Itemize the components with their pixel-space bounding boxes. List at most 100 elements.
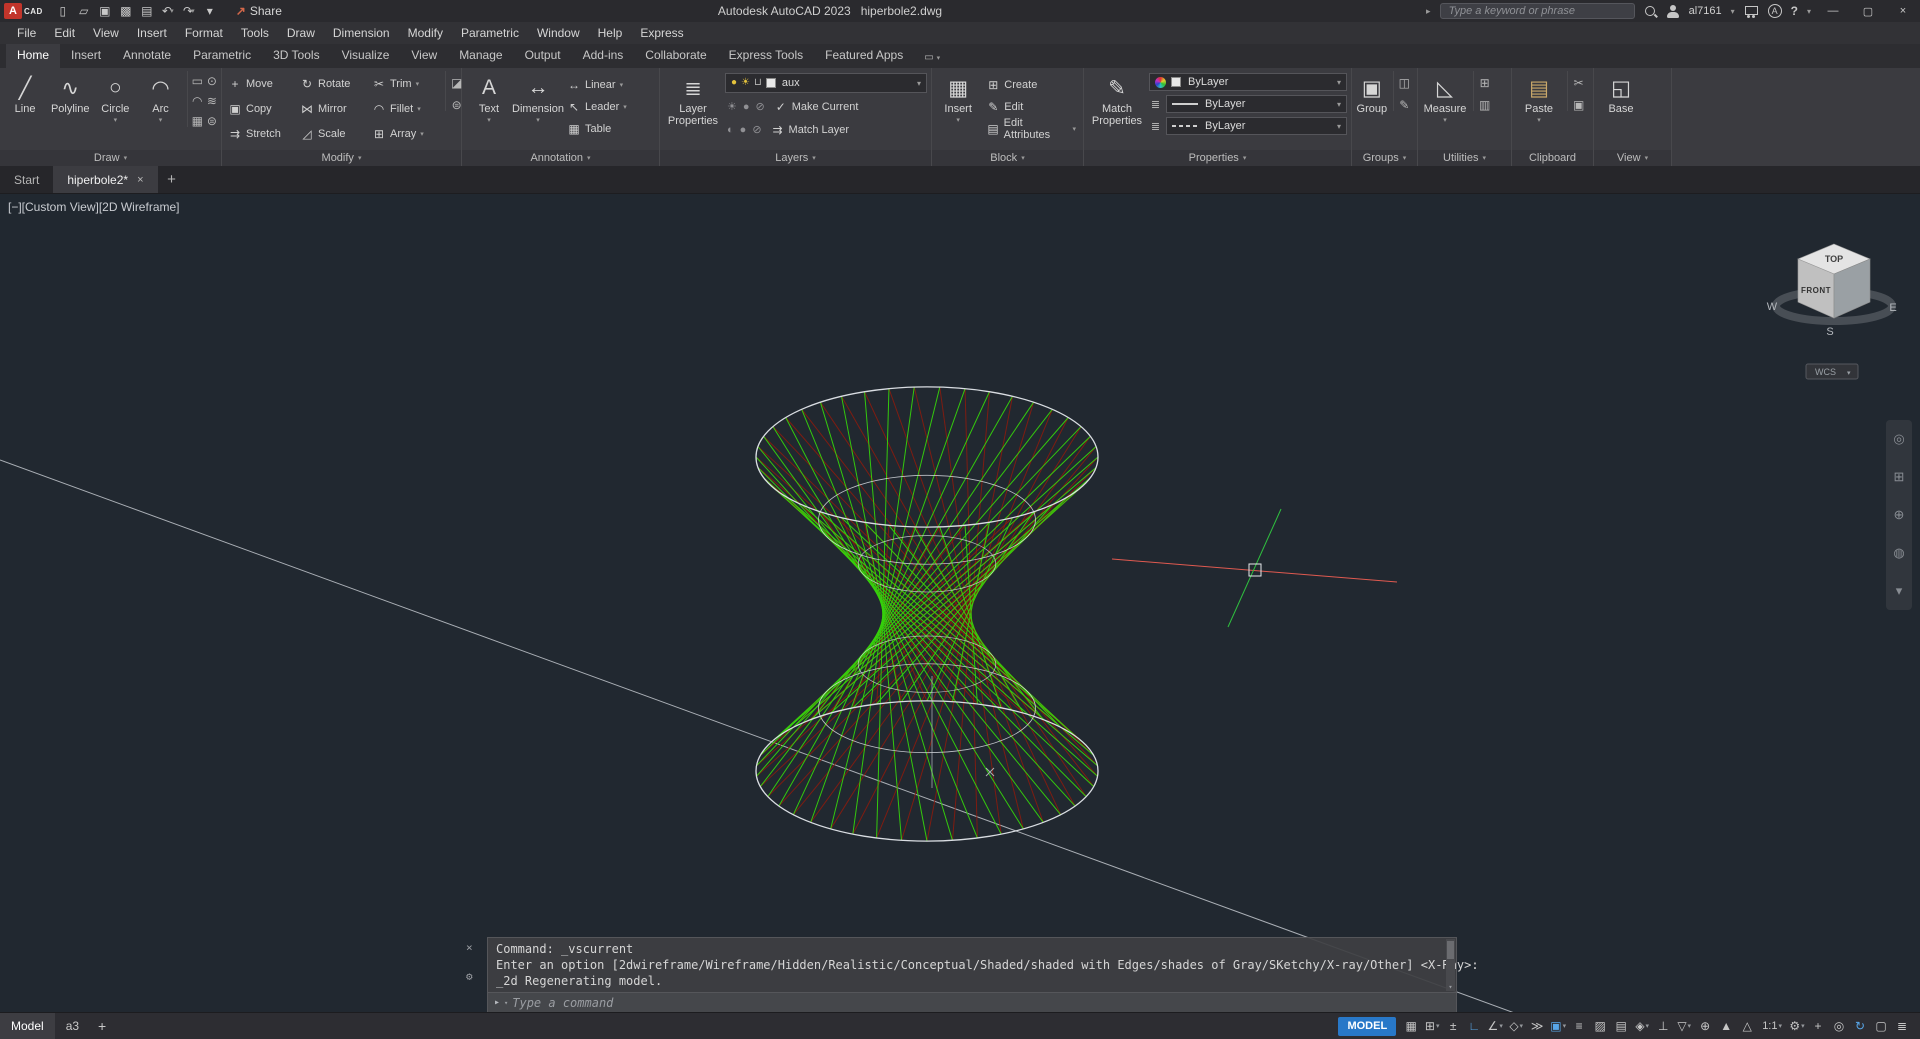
ucs-selector[interactable]: WCS ▾: [1805, 363, 1859, 380]
ribbon-tab-add-ins[interactable]: Add-ins: [572, 44, 635, 68]
draw-tool-icon-0-1[interactable]: ◠: [192, 95, 203, 107]
linetype-dropdown[interactable]: ByLayer ▾: [1166, 117, 1347, 135]
copy-button[interactable]: ▣ Copy: [226, 96, 296, 121]
maximize-button[interactable]: ▢: [1855, 5, 1881, 18]
snap-mode-toggle[interactable]: ⊞ ▾: [1422, 1017, 1442, 1036]
ribbon-tab-visualize[interactable]: Visualize: [331, 44, 401, 68]
menu-window[interactable]: Window: [528, 23, 589, 43]
polyline-button[interactable]: ∿ Polyline: [49, 71, 91, 116]
panel-utilities-title[interactable]: Utilities ▾: [1418, 150, 1511, 166]
panel-block-title[interactable]: Block ▾: [932, 150, 1083, 166]
make-current-tool-icon-1[interactable]: ●: [743, 101, 750, 113]
groups-side-icon-1[interactable]: ✎: [1399, 99, 1410, 111]
file-tab-hiperbole2[interactable]: hiperbole2* ×: [53, 166, 158, 193]
selection-cycling-toggle[interactable]: ▤: [1611, 1017, 1631, 1036]
command-window-grip[interactable]: × ⚙: [466, 941, 473, 983]
orbit-icon[interactable]: ◍: [1893, 545, 1904, 561]
measure-button[interactable]: ◺ Measure ▾: [1422, 71, 1468, 125]
recent-commands-icon[interactable]: ▸: [494, 997, 500, 1008]
menu-dimension[interactable]: Dimension: [324, 23, 399, 43]
clean-screen-button[interactable]: ▢: [1871, 1017, 1891, 1036]
panel-modify-title[interactable]: Modify ▾: [222, 150, 461, 166]
menu-draw[interactable]: Draw: [278, 23, 324, 43]
ortho-mode-toggle[interactable]: ∟: [1464, 1017, 1484, 1036]
close-button[interactable]: ×: [1890, 5, 1916, 17]
fillet-button[interactable]: ◠ Fillet ▾: [370, 96, 440, 121]
circle-button[interactable]: ○ Circle ▾: [94, 71, 136, 124]
line-button[interactable]: ╱ Line: [4, 71, 46, 116]
open-file-icon[interactable]: ▱: [74, 2, 94, 20]
annotation-visibility-toggle[interactable]: ▲: [1716, 1017, 1736, 1036]
menu-tools[interactable]: Tools: [232, 23, 278, 43]
cart-icon[interactable]: [1744, 5, 1759, 18]
undo-icon[interactable]: ↶ ▾: [158, 2, 178, 20]
edit-attributes-button[interactable]: ▤ Edit Attributes ▾: [983, 117, 1079, 141]
panel-groups-title[interactable]: Groups ▾: [1352, 150, 1417, 166]
polar-tracking-toggle[interactable]: ∠ ▾: [1485, 1017, 1505, 1036]
layer-properties-button[interactable]: ≣ Layer Properties: [664, 71, 722, 128]
command-scrollbar[interactable]: ▾: [1446, 939, 1455, 991]
navigation-bar[interactable]: ◎ ⊞ ⊕ ◍ ▾: [1886, 420, 1912, 610]
lineweight-dropdown[interactable]: ByLayer ▾: [1166, 95, 1347, 113]
search-category-icon[interactable]: ▸: [1426, 6, 1431, 17]
more-navigation-tools-icon[interactable]: ▾: [1896, 583, 1903, 599]
match-layer-button[interactable]: ⇉ Match Layer: [768, 120, 853, 139]
ribbon-tab-express-tools[interactable]: Express Tools: [718, 44, 814, 68]
compass-south[interactable]: S: [1826, 326, 1833, 338]
dynamic-ucs-toggle[interactable]: ⊥: [1653, 1017, 1673, 1036]
ribbon-tab-manage[interactable]: Manage: [448, 44, 513, 68]
dynamic-input-toggle[interactable]: ±: [1443, 1017, 1463, 1036]
menu-edit[interactable]: Edit: [45, 23, 84, 43]
transparency-toggle[interactable]: ▨: [1590, 1017, 1610, 1036]
isodraft-toggle[interactable]: ◇ ▾: [1506, 1017, 1526, 1036]
paste-button[interactable]: ▤ Paste ▾: [1516, 71, 1562, 125]
close-command-window-icon[interactable]: ×: [466, 941, 473, 954]
draw-tool-icon-0-0[interactable]: ▭: [192, 75, 203, 87]
scale-button[interactable]: ◿ Scale: [298, 121, 368, 146]
isolate-objects-button[interactable]: ◎: [1829, 1017, 1849, 1036]
ribbon-tab-collaborate[interactable]: Collaborate: [634, 44, 717, 68]
clipboard-side-icon-0[interactable]: ✂: [1573, 77, 1584, 89]
minimize-button[interactable]: —: [1820, 5, 1846, 17]
linear-button[interactable]: ↔ Linear ▾: [564, 75, 630, 94]
command-window[interactable]: × ⚙ Command: _vscurrent Enter an option […: [466, 937, 1479, 1012]
redo-icon[interactable]: ↷ ▾: [179, 2, 199, 20]
viewport-controls[interactable]: [−][Custom View][2D Wireframe]: [8, 200, 180, 214]
autodesk-assistant-icon[interactable]: A: [1767, 4, 1782, 18]
menu-express[interactable]: Express: [631, 23, 692, 43]
panel-properties-title[interactable]: Properties ▾: [1084, 150, 1351, 166]
qat-menu-icon[interactable]: ▾: [200, 2, 220, 20]
object-snap-tracking-toggle[interactable]: ≫: [1527, 1017, 1547, 1036]
share-button[interactable]: ↗ Share: [236, 4, 282, 18]
ribbon-tab-3d-tools[interactable]: 3D Tools: [262, 44, 330, 68]
drawing-geometry[interactable]: [0, 386, 1520, 1012]
graphics-performance-toggle[interactable]: ↻: [1850, 1017, 1870, 1036]
modify-side-icon-1[interactable]: ⊜: [451, 99, 462, 111]
zoom-icon[interactable]: ⊕: [1894, 507, 1905, 523]
plot-icon[interactable]: ▤: [137, 2, 157, 20]
customization-button[interactable]: ≣: [1892, 1017, 1912, 1036]
model-canvas[interactable]: W S E TOP FRONT WCS ▾: [0, 194, 1920, 1012]
menu-format[interactable]: Format: [176, 23, 232, 43]
panel-annotation-title[interactable]: Annotation ▾: [462, 150, 659, 166]
help-icon[interactable]: ?: [1791, 4, 1798, 18]
rotate-button[interactable]: ↻ Rotate: [298, 71, 368, 96]
ribbon-tab-home[interactable]: Home: [6, 44, 61, 68]
grid-display-toggle[interactable]: ▦: [1401, 1017, 1421, 1036]
object-snap-toggle[interactable]: ▣ ▾: [1548, 1017, 1568, 1036]
annotation-monitor-toggle[interactable]: +: [1808, 1017, 1828, 1036]
chevron-down-icon[interactable]: ▾: [1807, 7, 1811, 16]
new-layout-button[interactable]: +: [90, 1013, 114, 1039]
draw-tool-icon-0-2[interactable]: ▦: [192, 115, 203, 127]
compass-east[interactable]: E: [1889, 302, 1896, 314]
file-tab-start[interactable]: Start: [0, 166, 53, 193]
menu-help[interactable]: Help: [589, 23, 632, 43]
save-as-icon[interactable]: ▩: [116, 2, 136, 20]
create-button[interactable]: ⊞ Create: [983, 75, 1079, 94]
ribbon-tab-parametric[interactable]: Parametric: [182, 44, 262, 68]
array-button[interactable]: ⊞ Array ▾: [370, 121, 440, 146]
clipboard-side-icon-1[interactable]: ▣: [1573, 99, 1584, 111]
make-current-tool-icon-2[interactable]: ⊘: [756, 101, 765, 113]
model-layout-tab[interactable]: Model: [0, 1012, 55, 1039]
match-layer-tool-icon-0[interactable]: ◐: [727, 124, 734, 136]
